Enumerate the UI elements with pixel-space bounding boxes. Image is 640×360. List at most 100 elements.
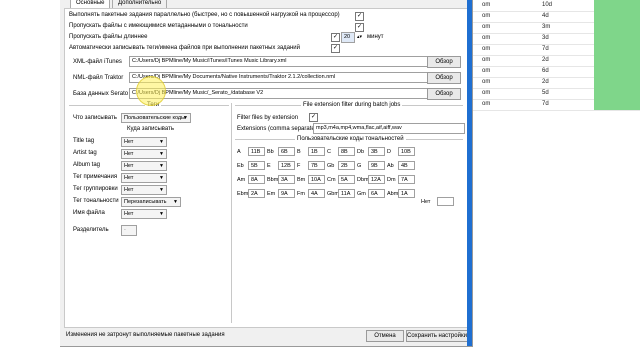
key-code-input[interactable]: 11B [248,147,265,156]
serato-browse-button[interactable]: Обзор [427,88,461,100]
tag-row-label: Тег тональности [73,198,119,204]
key-code-input[interactable]: 3A [278,175,295,184]
tag-row-label: Тег примечания [73,174,118,180]
key-code-input[interactable]: 1A [398,189,415,198]
itunes-browse-button[interactable]: Обзор [427,56,461,68]
filter-by-ext-label: Filter files by extension [237,115,299,121]
left-background [0,0,60,360]
key-code-input[interactable]: 4B [398,161,415,170]
key-none-label: Нет [421,199,431,205]
key-label: Abm [387,191,399,197]
key-code-input[interactable]: 1B [308,147,325,156]
key-code-input[interactable]: 10B [398,147,415,156]
separator-label: Разделитель [73,227,109,233]
tag-row-select[interactable]: Нет ▼ [121,185,167,195]
background-cell: om [482,57,491,63]
key-code-input[interactable]: 9A [278,189,295,198]
key-label: Gb [327,163,335,169]
key-code-input[interactable]: 7B [308,161,325,170]
key-code-input[interactable]: 2B [338,161,355,170]
key-code-input[interactable]: 4A [308,189,325,198]
extensions-input[interactable]: mp3,m4a,mp4,wma,flac,aif,aiff,wav [313,123,465,134]
key-label: B [297,149,301,155]
tag-row-value: Нет [124,211,134,217]
parallel-checkbox[interactable]: ✓ [355,12,364,21]
background-cell: 7d [542,46,549,52]
parallel-label: Выполнять пакетные задания параллельно (… [69,12,340,18]
key-code-input[interactable]: 10A [308,175,325,184]
key-label: D [387,149,391,155]
tag-row-value: Нет [124,151,134,157]
tag-row-select[interactable]: Перезаписывать ▼ [121,197,181,207]
background-cell: 6d [542,68,549,74]
tag-row-select[interactable]: Нет ▼ [121,137,167,147]
key-label: C [327,149,331,155]
status-fill [594,88,640,99]
key-label: Ebm [237,191,249,197]
tag-row-label: Album tag [73,162,101,168]
key-code-input[interactable]: 12A [368,175,385,184]
skip-tonality-checkbox[interactable]: ✓ [355,23,364,32]
background-cell: om [482,68,491,74]
column-divider [231,103,232,323]
tag-row-select[interactable]: Нет ▼ [121,149,167,159]
key-label: Dm [387,177,396,183]
key-label: Cm [327,177,336,183]
chevron-down-icon: ▼ [173,199,178,205]
cancel-button[interactable]: Отмена [366,330,404,342]
tag-row-value: Нет [124,163,134,169]
tab-general[interactable]: Основные [70,0,111,8]
key-code-input[interactable]: 11A [338,189,355,198]
status-fill [594,66,640,77]
key-label: Bm [297,177,306,183]
traktor-path-input[interactable]: C:/Users/Dj BPMline/My Documents/Native … [129,72,429,83]
key-code-input[interactable]: 6A [368,189,385,198]
chevron-down-icon: ▼ [159,163,164,169]
spin-arrows-icon[interactable]: ▴▾ [357,34,362,40]
itunes-label: XML-файл iTunes [73,59,122,65]
auto-write-checkbox[interactable]: ✓ [331,44,340,53]
background-cell: om [482,46,491,52]
skip-tonality-label: Пропускать файлы с имеющимися метаданным… [69,23,248,29]
status-fill [594,0,640,11]
skip-minutes-input[interactable]: 20 [341,32,355,43]
key-code-input[interactable]: 2A [248,189,265,198]
key-code-input[interactable]: 8A [248,175,265,184]
key-code-input[interactable]: 12B [278,161,295,170]
tag-row-label: Тег группировки [73,186,118,192]
key-label: Db [357,149,365,155]
serato-path-input[interactable]: C:/Users/Dj BPMline/My Music/_Serato_/da… [129,88,429,99]
tag-row-select[interactable]: Нет ▼ [121,161,167,171]
status-fill [594,99,640,110]
filter-by-ext-checkbox[interactable]: ✓ [309,113,318,122]
mouse-cursor-highlight [136,76,166,106]
key-code-input[interactable]: 8B [338,147,355,156]
key-code-input[interactable]: 5A [338,175,355,184]
skip-longer-label: Пропускать файлы длиннее [69,34,148,40]
keys-section-title: Пользовательские коды тональностей [295,136,406,142]
what-to-write-select[interactable]: Пользовательские коды ▼ [121,113,191,123]
background-cell: 3m [542,24,551,30]
tab-advanced[interactable]: Дополнительно [112,0,168,8]
background-cell: om [482,35,491,41]
background-cell: 3d [542,35,549,41]
background-row[interactable]: om 7d [470,99,640,111]
save-settings-button[interactable]: Сохранить настройки [406,330,468,342]
key-code-input[interactable]: 7A [398,175,415,184]
tag-row-select[interactable]: Нет ▼ [121,173,167,183]
itunes-path-input[interactable]: C:/Users/Dj BPMline/My Music/iTunes/iTun… [129,56,429,67]
tag-row-select[interactable]: Нет ▼ [121,209,167,219]
separator-input[interactable]: - [121,225,137,236]
key-code-input[interactable]: 5B [248,161,265,170]
key-code-input[interactable]: 6B [278,147,295,156]
key-code-input[interactable]: 3B [368,147,385,156]
key-label: Ab [387,163,394,169]
key-none-input[interactable] [437,197,454,206]
key-code-input[interactable]: 9B [368,161,385,170]
background-cell: 7d [542,101,549,107]
traktor-browse-button[interactable]: Обзор [427,72,461,84]
background-cell: om [482,13,491,19]
status-fill [594,77,640,88]
skip-longer-checkbox[interactable]: ✓ [331,33,340,42]
key-label: Bb [267,149,274,155]
